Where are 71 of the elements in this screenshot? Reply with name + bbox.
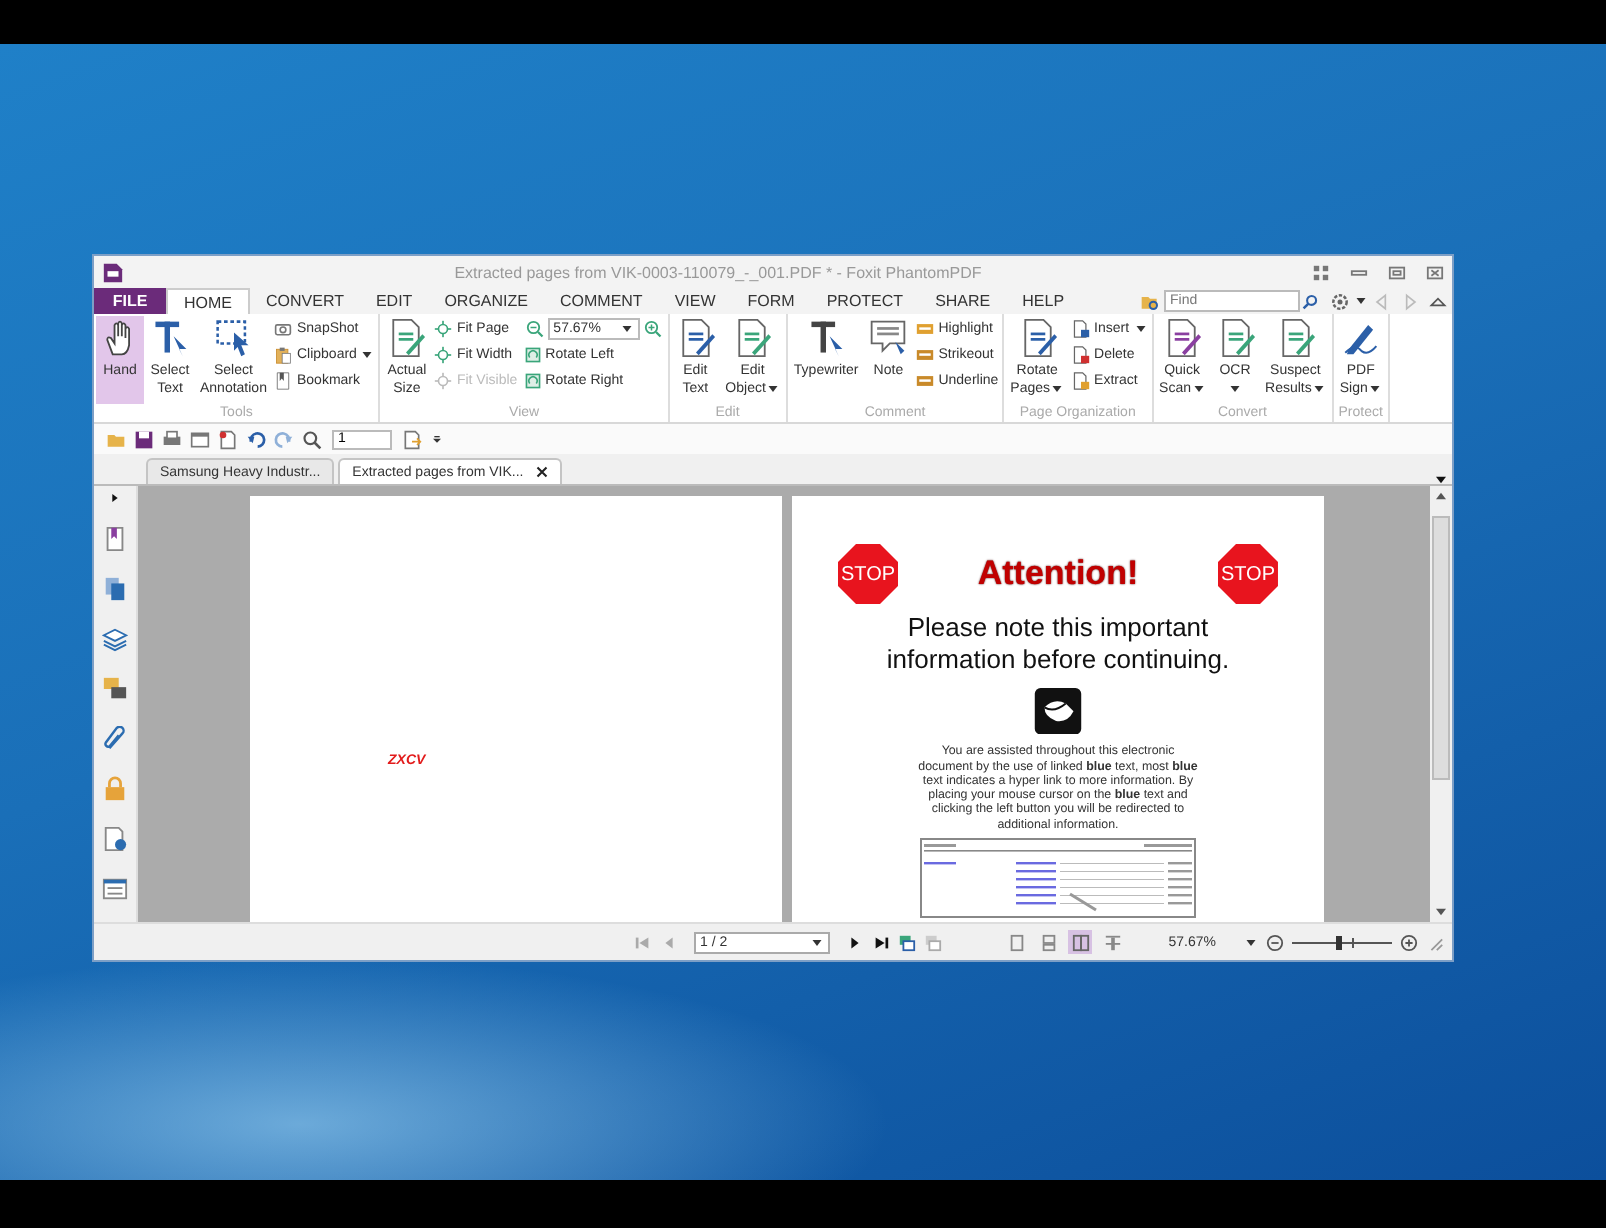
crosshair-icon [434, 346, 453, 364]
vertical-scrollbar[interactable] [1430, 486, 1452, 922]
zoom-out-icon[interactable] [525, 320, 544, 338]
stop-sign: STOP [1217, 544, 1278, 604]
tab-list-caret-icon[interactable] [1436, 476, 1446, 484]
layers-icon[interactable] [102, 626, 128, 652]
crosshair-icon [434, 372, 453, 390]
restore-icon[interactable] [1388, 263, 1406, 281]
comments-icon[interactable] [102, 676, 128, 702]
selection-arrow-icon [213, 318, 254, 358]
zoom-slider[interactable] [1292, 933, 1392, 951]
crosshair-icon [434, 320, 453, 338]
ribbon-tab[interactable]: COMMENT [543, 288, 659, 314]
paperclip-icon[interactable] [102, 726, 128, 752]
view-mode-button[interactable] [1100, 930, 1125, 954]
ribbon-tab[interactable]: VIEW [658, 288, 732, 314]
save-icon[interactable] [134, 429, 154, 449]
last-page-icon[interactable] [872, 933, 890, 951]
ribbon-tab[interactable]: ORGANIZE [428, 288, 544, 314]
stop-sign: STOP [838, 544, 898, 604]
caret-icon [1246, 939, 1256, 945]
next-page-icon[interactable] [846, 933, 864, 951]
zoom-in-icon[interactable] [1400, 933, 1418, 951]
window-title: Extracted pages from VIK-0003-110079_-_001.PDF * - Foxit PhantomPDF [452, 263, 984, 281]
slider-thumb[interactable] [1335, 935, 1341, 949]
ribbon-tab[interactable]: FORM [731, 288, 811, 314]
ribbon-tab[interactable]: PROTECT [810, 288, 920, 314]
ribbon-tab[interactable]: SHARE [919, 288, 1007, 314]
folder-search-icon[interactable] [1140, 291, 1160, 311]
form-panel-icon[interactable] [102, 876, 128, 902]
settings-icon[interactable] [1330, 291, 1350, 311]
page-arrow-icon[interactable] [402, 429, 422, 449]
ribbon-tab[interactable]: HOME [166, 288, 250, 314]
insert-page-icon [1072, 320, 1091, 338]
scroll-down-icon[interactable] [1436, 908, 1446, 916]
zoom-icon[interactable] [302, 429, 322, 449]
ribbon-tab[interactable]: HELP [1006, 288, 1081, 314]
file-menu-button[interactable]: FILE [94, 288, 166, 314]
camera-icon [274, 320, 293, 338]
mouse-icon [1034, 688, 1082, 735]
pages-icon[interactable] [102, 576, 128, 602]
zoom-out-icon[interactable] [1266, 933, 1284, 951]
window-icon[interactable] [190, 429, 210, 449]
print-icon[interactable] [162, 429, 182, 449]
document-signature-icon[interactable] [102, 826, 128, 852]
close-icon[interactable] [535, 466, 548, 478]
caret-icon [1356, 298, 1366, 304]
expand-panel-icon[interactable] [110, 494, 120, 502]
new-page-icon[interactable] [218, 429, 238, 449]
letter-t-pen-icon [806, 318, 847, 358]
ribbon-tab[interactable]: EDIT [359, 288, 429, 314]
grid-icon[interactable] [1312, 263, 1330, 281]
ribbon-tab[interactable]: CONVERT [250, 288, 360, 314]
zoom-in-icon[interactable] [643, 320, 662, 338]
view-mode-button[interactable] [1068, 930, 1093, 954]
undo-icon[interactable] [246, 429, 266, 449]
search-icon[interactable] [1302, 293, 1318, 309]
delete-page-icon [1072, 346, 1091, 364]
resize-grip-icon[interactable] [1426, 933, 1444, 951]
text-cursor-icon [150, 318, 190, 358]
app-logo-icon [102, 261, 124, 283]
bookmark-icon[interactable] [102, 526, 128, 552]
caret-icon [812, 939, 822, 945]
extract-page-icon [1072, 372, 1091, 390]
caret-icon [621, 326, 632, 332]
customize-toolbar-icon[interactable] [432, 435, 442, 443]
page-subheading: Please note this important information before continuing. [884, 612, 1232, 676]
clipboard-icon [274, 346, 293, 364]
page-heading: Attention! [977, 554, 1139, 594]
scroll-up-icon[interactable] [1436, 492, 1446, 500]
bookmark-icon [274, 372, 293, 390]
